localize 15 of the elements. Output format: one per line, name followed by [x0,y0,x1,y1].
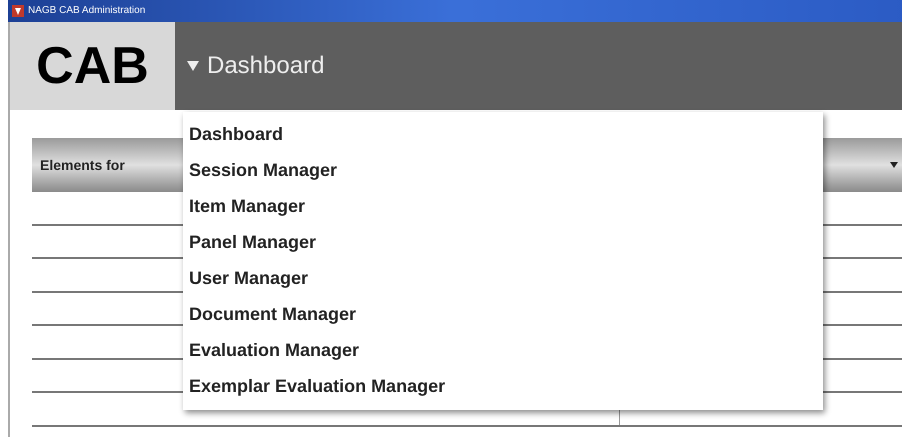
column-header: Elements for [39,156,126,174]
menu-item[interactable]: Document Manager [189,296,823,332]
menu-item[interactable]: Session Manager [189,152,823,188]
window-title: NAGB CAB Administration [28,6,146,16]
menu-item[interactable]: Evaluation Manager [189,332,823,368]
menu-item[interactable]: User Manager [189,260,823,296]
nav-dropdown[interactable]: Dashboard [175,22,902,110]
app-icon [12,5,24,17]
logo: CAB [10,22,175,110]
menu-item[interactable]: Dashboard [189,116,823,152]
menu-item[interactable]: Item Manager [189,188,823,224]
menu-item[interactable]: Panel Manager [189,224,823,260]
menu-item[interactable]: Exemplar Evaluation Manager [189,368,823,404]
caret-icon [187,60,199,72]
sort-caret-icon [890,162,898,168]
